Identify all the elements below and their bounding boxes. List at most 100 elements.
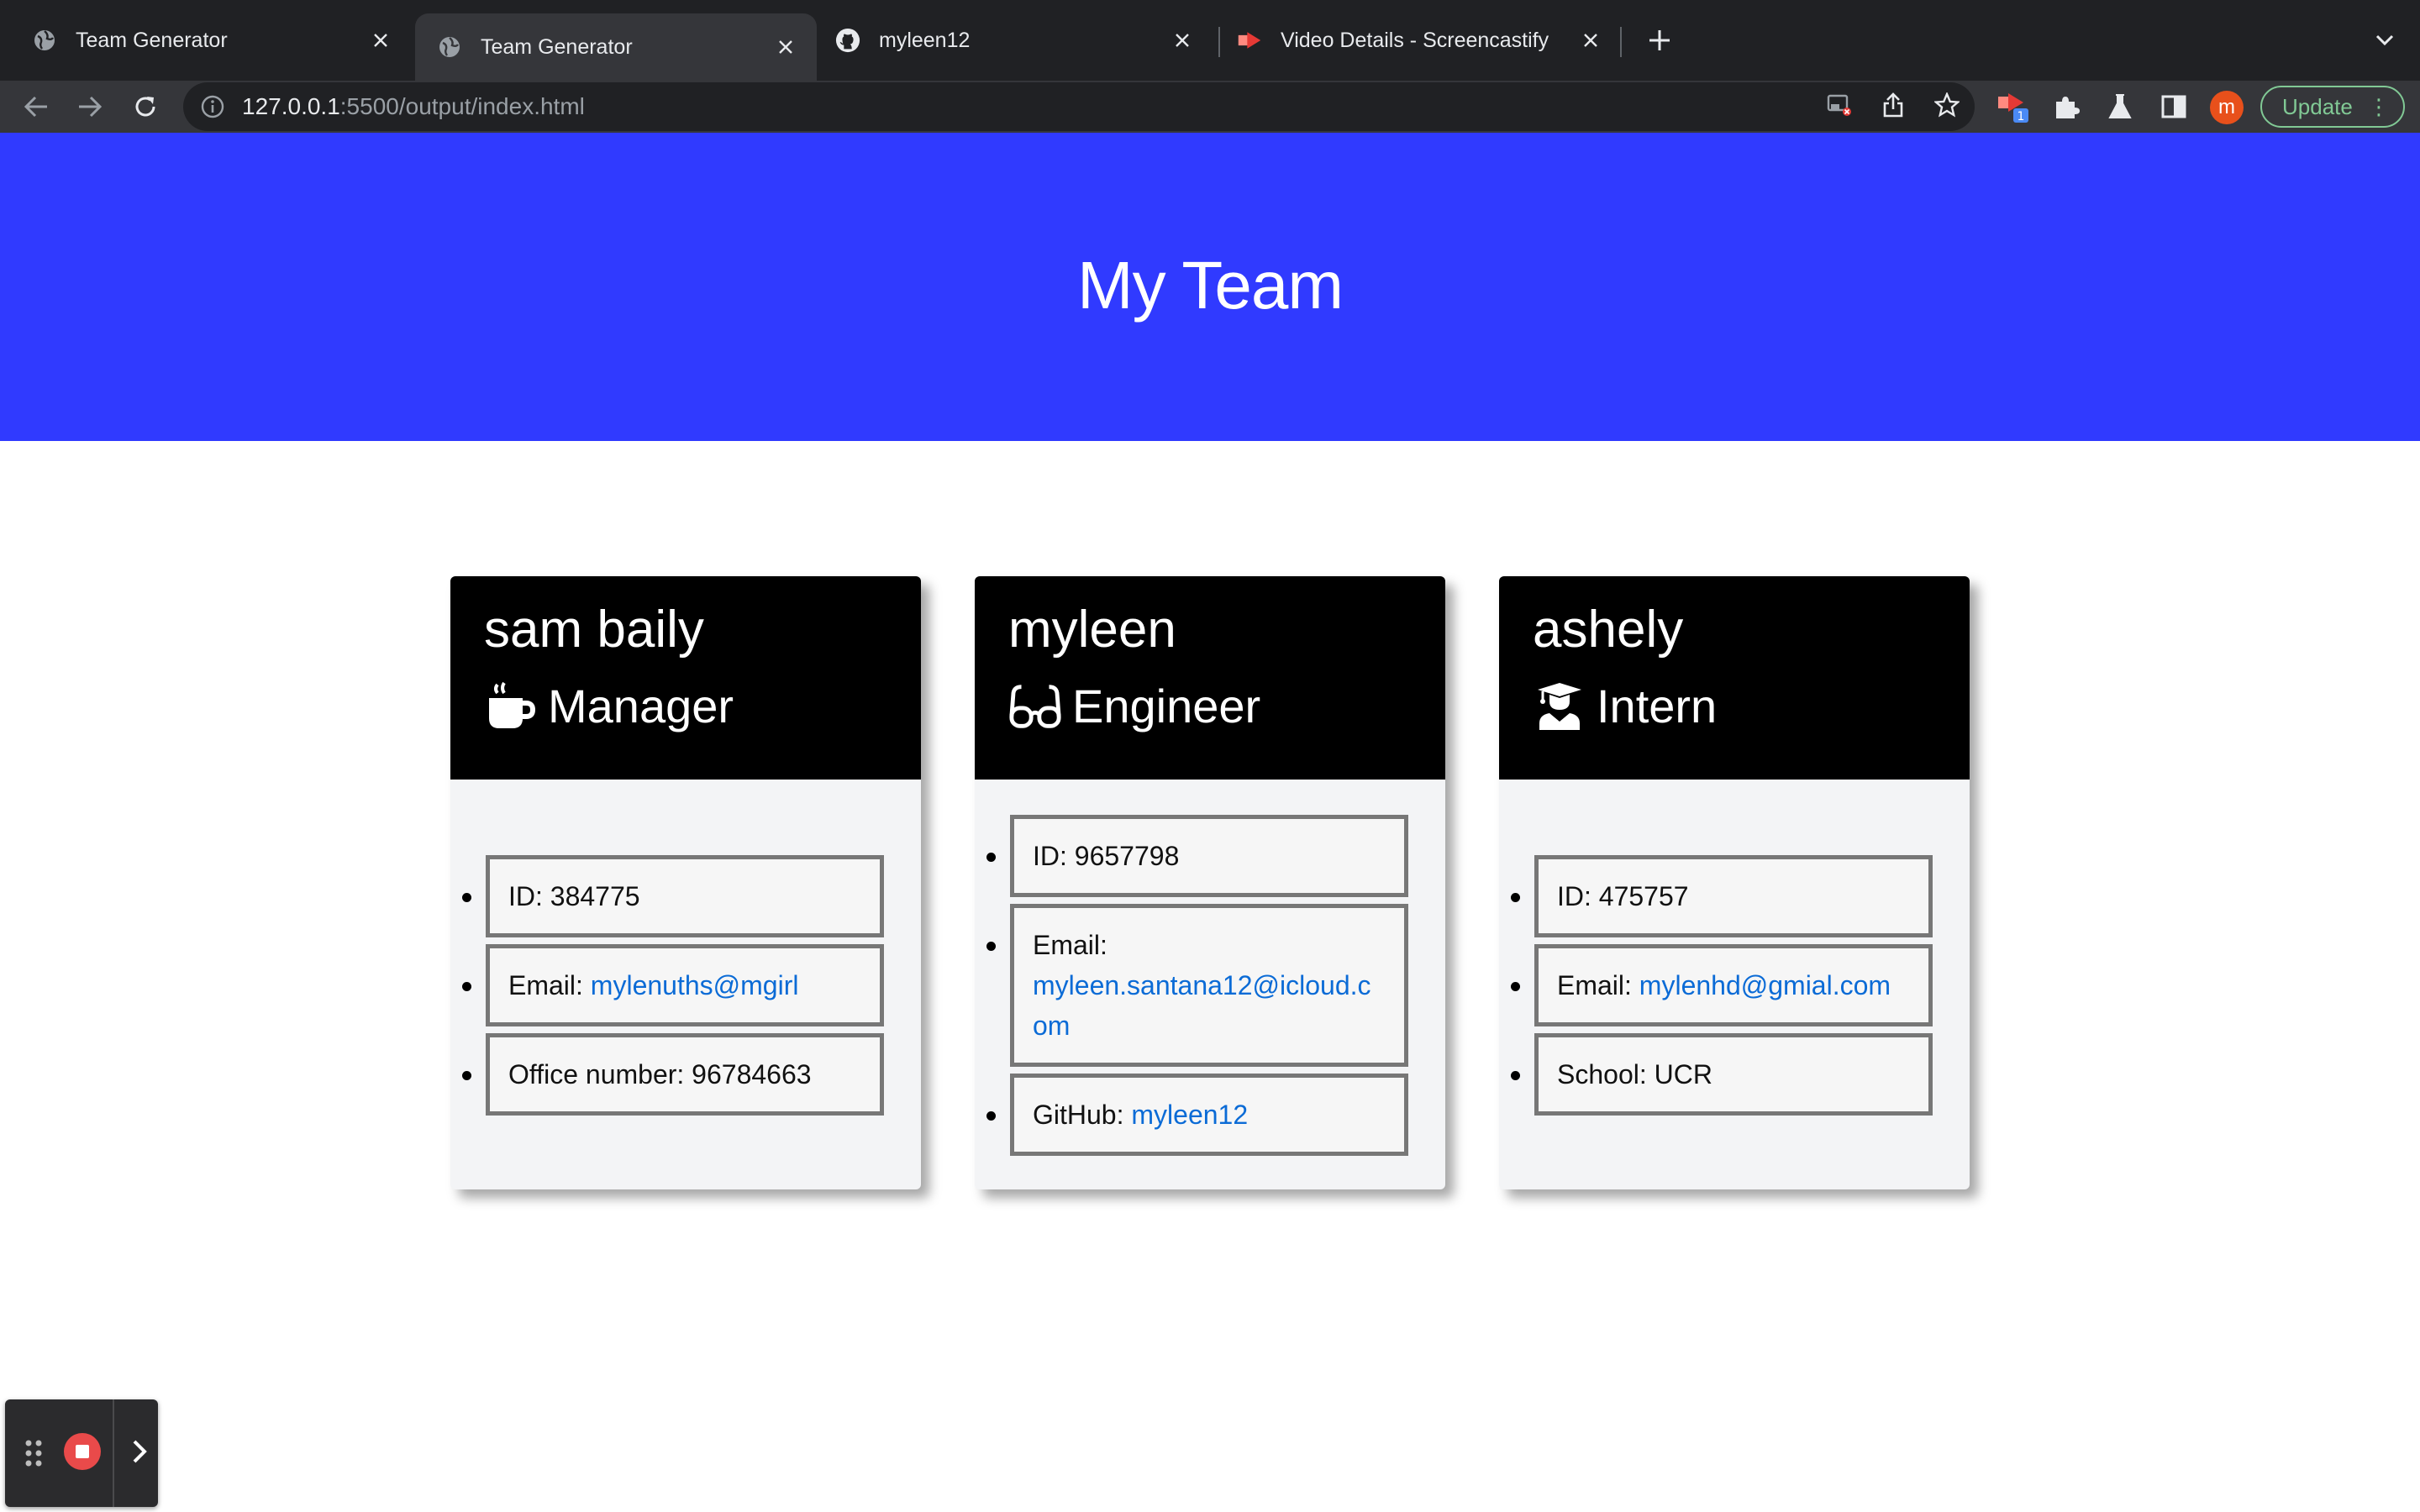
card-header: ashely Intern [1499, 576, 1970, 780]
extension-badge: 1 [2018, 110, 2025, 123]
role-label: Manager [548, 680, 734, 732]
tab-screencastify[interactable]: Video Details - Screencastify [1220, 12, 1622, 69]
screencastify-icon: 1 [1998, 93, 2028, 123]
email-link[interactable]: mylenhd@gmial.com [1639, 970, 1891, 1000]
screencastify-icon [1237, 28, 1262, 53]
close-icon[interactable] [368, 28, 393, 53]
tab-search-button[interactable] [2368, 24, 2402, 57]
close-icon[interactable] [1578, 28, 1603, 53]
info-icon[interactable] [200, 94, 225, 119]
new-tab-button[interactable] [1641, 22, 1678, 59]
chevron-down-icon [2375, 34, 2394, 46]
url-path: :5500/output/index.html [339, 93, 585, 119]
page-header: My Team [0, 133, 2420, 441]
list-item: Office number: 96784663 [462, 1033, 913, 1116]
puzzle-icon [2056, 97, 2080, 118]
bullet [1511, 1071, 1520, 1080]
bullet [462, 982, 471, 991]
extensions-button[interactable] [2044, 84, 2089, 129]
employee-id: ID: 9657798 [1010, 815, 1408, 897]
school: School: UCR [1534, 1033, 1933, 1116]
tab-github-myleen12[interactable]: myleen12 [818, 12, 1213, 69]
bullet [462, 893, 471, 902]
update-button[interactable]: Update ⋮ [2260, 86, 2405, 128]
github-label: GitHub: [1033, 1100, 1132, 1130]
labs-button[interactable] [2097, 84, 2143, 129]
card-header: myleen Engineer [975, 576, 1445, 780]
bullet [1511, 982, 1520, 991]
list-item: Email: mylenuths@mgirl [462, 944, 913, 1026]
employee-email: Email: mylenuths@mgirl [486, 944, 884, 1026]
plus-icon [1649, 30, 1670, 50]
employee-card-manager: sam baily Manager ID: 384775 Email: myle… [450, 576, 921, 1189]
expand-button[interactable] [123, 1433, 156, 1470]
list-item: Email: mylenhd@gmial.com [1511, 944, 1961, 1026]
employee-id: ID: 475757 [1534, 855, 1933, 937]
tab-team-generator-1[interactable]: Team Generator [0, 12, 412, 69]
github-profile: GitHub: myleen12 [1010, 1074, 1408, 1156]
employee-role: Engineer [1008, 677, 1412, 736]
employee-role: Manager [484, 677, 887, 736]
globe-icon [32, 28, 57, 53]
coffee-mug-icon [484, 681, 538, 732]
more-vert-icon: ⋮ [2368, 94, 2390, 119]
employee-role: Intern [1533, 677, 1936, 736]
list-item: ID: 384775 [462, 855, 913, 937]
browser-toolbar: 127.0.0.1:5500/output/index.html 1 m Upd… [0, 81, 2420, 133]
list-item: Email: myleen.santana12@icloud.com [986, 904, 1437, 1067]
employee-id: ID: 384775 [486, 855, 884, 937]
employee-details: ID: 384775 Email: mylenuths@mgirl Office… [462, 855, 913, 1122]
chevron-right-icon [133, 1440, 147, 1463]
email-link[interactable]: myleen.santana12@icloud.com [1033, 970, 1371, 1041]
flask-icon [2108, 94, 2132, 118]
list-item: ID: 475757 [1511, 855, 1961, 937]
employee-name: sam baily [484, 601, 704, 659]
url-host: 127.0.0.1 [242, 93, 340, 119]
tab-title: Video Details - Screencastify [1281, 28, 1549, 52]
list-item: GitHub: myleen12 [986, 1074, 1437, 1156]
employee-email: Email: myleen.santana12@icloud.com [1010, 904, 1408, 1067]
arrow-right-icon [79, 96, 103, 118]
address-bar[interactable]: 127.0.0.1:5500/output/index.html [183, 82, 1975, 131]
bullet [462, 1071, 471, 1080]
cast-blocked-icon[interactable] [1825, 91, 1854, 119]
tab-title: Team Generator [76, 28, 228, 52]
role-label: Engineer [1072, 680, 1261, 732]
role-label: Intern [1597, 680, 1718, 732]
profile-avatar[interactable]: m [2210, 91, 2244, 124]
reload-button[interactable] [123, 84, 168, 129]
forward-button[interactable] [67, 84, 113, 129]
list-item: School: UCR [1511, 1033, 1961, 1116]
tab-separator [1620, 27, 1622, 57]
bullet [986, 942, 996, 951]
side-panel-icon [2161, 95, 2186, 118]
divider [113, 1399, 114, 1507]
share-icon[interactable] [1879, 91, 1907, 119]
bookmark-star-icon[interactable] [1933, 91, 1961, 119]
globe-icon [437, 34, 462, 60]
tab-team-generator-2[interactable]: Team Generator [415, 13, 817, 81]
email-label: Email: [508, 970, 591, 1000]
office-number: Office number: 96784663 [486, 1033, 884, 1116]
email-link[interactable]: mylenuths@mgirl [591, 970, 799, 1000]
employee-details: ID: 9657798 Email: myleen.santana12@iclou… [986, 815, 1437, 1163]
drag-handle-icon[interactable] [22, 1438, 47, 1468]
github-link[interactable]: myleen12 [1131, 1100, 1248, 1130]
stop-recording-button[interactable] [64, 1433, 101, 1470]
screencastify-extension-button[interactable]: 1 [1990, 84, 2035, 129]
graduate-icon [1533, 681, 1586, 732]
tab-strip: Team Generator Team Generator myleen12 V… [0, 0, 2420, 81]
close-icon[interactable] [773, 34, 798, 60]
back-button[interactable] [13, 84, 59, 129]
stop-icon [76, 1445, 89, 1458]
employee-card-intern: ashely Intern ID: 475757 Email: mylenhd@… [1499, 576, 1970, 1189]
glasses-icon [1008, 681, 1062, 732]
side-panel-button[interactable] [2151, 84, 2196, 129]
employee-email: Email: mylenhd@gmial.com [1534, 944, 1933, 1026]
arrow-left-icon [24, 96, 47, 118]
github-icon [835, 28, 860, 53]
recording-control-bar [5, 1399, 158, 1507]
employee-name: ashely [1533, 601, 1684, 659]
tab-title: Team Generator [481, 34, 633, 59]
close-icon[interactable] [1170, 28, 1195, 53]
